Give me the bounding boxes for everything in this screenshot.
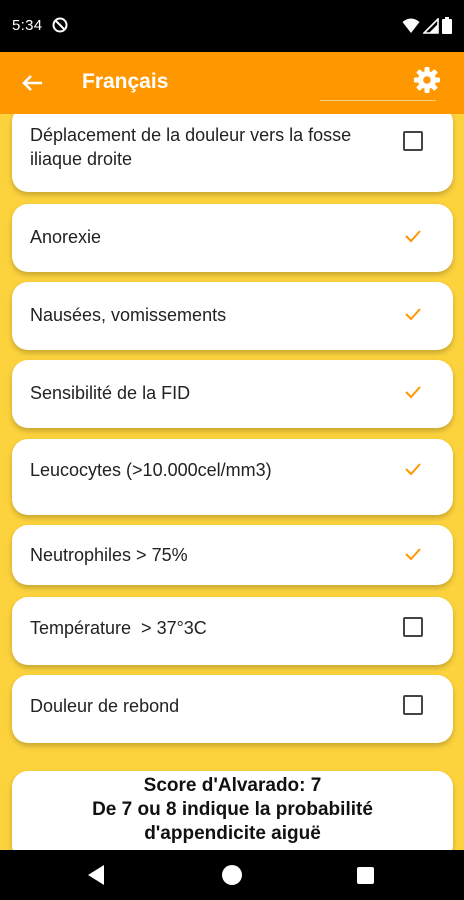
back-arrow-icon[interactable]: [16, 66, 50, 100]
system-nav-bar: [0, 850, 464, 900]
list-item[interactable]: Nausées, vomissements: [12, 282, 453, 350]
list-item[interactable]: Déplacement de la douleur vers la fosse …: [12, 114, 453, 192]
checkbox-unchecked-icon[interactable]: [403, 617, 423, 637]
check-icon[interactable]: [403, 382, 423, 402]
nav-home-icon[interactable]: [222, 865, 242, 885]
check-icon[interactable]: [403, 544, 423, 564]
checkbox-unchecked-icon[interactable]: [403, 131, 423, 151]
status-bar: 5:34: [0, 0, 464, 52]
criteria-list: Déplacement de la douleur vers la fosse …: [0, 114, 464, 850]
score-interpretation-cont: d'appendicite aiguë: [144, 823, 321, 844]
status-time: 5:34: [12, 17, 43, 34]
score-result: Score d'Alvarado: 7 De 7 ou 8 indique la…: [12, 771, 453, 850]
score-interpretation: De 7 ou 8 indique la probabilité: [92, 799, 373, 820]
list-item[interactable]: Température > 37°3C: [12, 597, 453, 665]
divider: [320, 100, 436, 101]
list-item[interactable]: Anorexie: [12, 204, 453, 272]
item-label: Anorexie: [30, 227, 102, 247]
gear-icon[interactable]: [412, 65, 442, 95]
check-icon[interactable]: [403, 226, 423, 246]
do-not-disturb-icon: [52, 17, 68, 33]
cell-signal-icon: [423, 17, 439, 34]
item-label: Température > 37°3C: [30, 618, 207, 638]
battery-icon: [442, 17, 452, 34]
status-icons: [402, 17, 452, 34]
nav-back-icon[interactable]: [86, 864, 106, 886]
list-item[interactable]: Leucocytes (>10.000cel/mm3): [12, 439, 453, 515]
item-label: Neutrophiles > 75%: [30, 545, 188, 565]
check-icon[interactable]: [403, 304, 423, 324]
nav-recents-icon[interactable]: [357, 867, 374, 884]
wifi-icon: [402, 18, 420, 33]
list-item[interactable]: Sensibilité de la FID: [12, 360, 453, 428]
page-title: Français: [82, 70, 169, 93]
item-label: Déplacement de la douleur vers la fosse …: [30, 125, 352, 169]
list-item[interactable]: Neutrophiles > 75%: [12, 525, 453, 585]
app-bar: Français: [0, 52, 464, 114]
score-value: Score d'Alvarado: 7: [143, 775, 322, 796]
list-item[interactable]: Douleur de rebond: [12, 675, 453, 743]
item-label: Leucocytes (>10.000cel/mm3): [30, 460, 272, 480]
item-label: Douleur de rebond: [30, 696, 180, 716]
item-label: Sensibilité de la FID: [30, 383, 191, 403]
checkbox-unchecked-icon[interactable]: [403, 695, 423, 715]
check-icon[interactable]: [403, 459, 423, 479]
item-label: Nausées, vomissements: [30, 305, 227, 325]
